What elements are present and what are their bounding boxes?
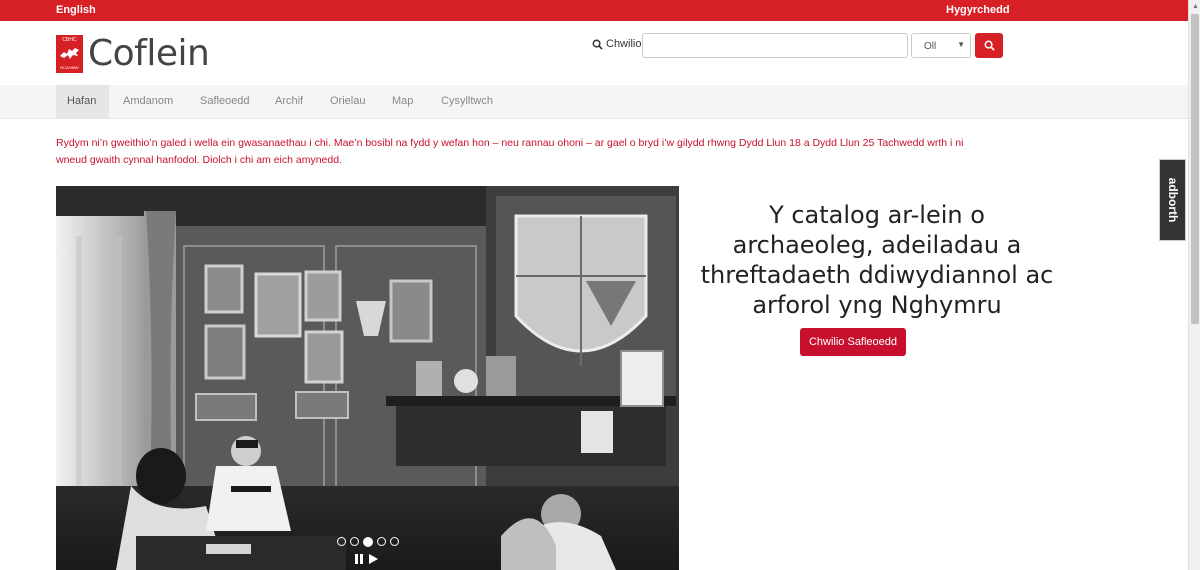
svg-text:‹: ‹ bbox=[104, 379, 110, 395]
play-icon[interactable] bbox=[369, 554, 378, 564]
carousel-dot-5[interactable] bbox=[390, 537, 399, 546]
chevron-down-icon: ▼ bbox=[957, 40, 965, 49]
feedback-tab-label: adborth bbox=[1166, 177, 1180, 223]
site-tagline: Y catalog ar-lein o archaeoleg, adeilada… bbox=[700, 201, 1054, 319]
top-bar: English Hygyrchedd bbox=[0, 0, 1188, 21]
site-logo[interactable]: CBHC RCAHMW Coflein bbox=[56, 33, 210, 74]
page-scrollbar[interactable]: ▲ bbox=[1188, 0, 1200, 570]
historic-interior-photo: ‹ bbox=[56, 186, 679, 570]
search-icon bbox=[592, 39, 603, 50]
search-scope-value: Oll bbox=[924, 41, 937, 52]
carousel-controls bbox=[355, 554, 378, 564]
nav-item-hafan[interactable]: Hafan bbox=[56, 85, 109, 119]
accessibility-link[interactable]: Hygyrchedd bbox=[946, 4, 1010, 16]
search-scope-select[interactable]: Oll ▼ bbox=[911, 33, 971, 58]
search-button[interactable] bbox=[975, 33, 1003, 58]
pause-icon[interactable] bbox=[355, 554, 363, 564]
maintenance-notice: Rydym ni’n gweithio’n galed i wella ein … bbox=[56, 137, 964, 166]
badge-top-text: CBHC bbox=[62, 36, 77, 43]
feedback-tab[interactable]: adborth bbox=[1159, 159, 1186, 241]
main-nav: Hafan Amdanom Safleoedd Archif Orielau M… bbox=[0, 85, 1188, 119]
rcahmw-badge-icon: CBHC RCAHMW bbox=[56, 34, 83, 73]
nav-item-archif[interactable]: Archif bbox=[275, 85, 303, 119]
carousel-dot-3[interactable] bbox=[363, 536, 373, 547]
scroll-up-icon[interactable]: ▲ bbox=[1192, 3, 1199, 10]
dragon-icon bbox=[60, 47, 79, 59]
search-label: Chwilio bbox=[592, 38, 641, 50]
nav-item-safleoedd[interactable]: Safleoedd bbox=[200, 85, 250, 119]
nav-item-amdanom[interactable]: Amdanom bbox=[123, 85, 173, 119]
language-link[interactable]: English bbox=[56, 4, 96, 16]
search-input[interactable] bbox=[642, 33, 908, 58]
site-name: Coflein bbox=[88, 33, 210, 74]
search-sites-button[interactable]: Chwilio Safleoedd bbox=[800, 328, 906, 356]
nav-item-orielau[interactable]: Orielau bbox=[330, 85, 365, 119]
carousel-indicators bbox=[337, 536, 399, 547]
carousel-dot-2[interactable] bbox=[350, 537, 359, 546]
hero-carousel[interactable]: ‹ bbox=[56, 186, 679, 570]
header: CBHC RCAHMW Coflein Chwilio Oll ▼ bbox=[0, 21, 1188, 85]
search-label-text: Chwilio bbox=[606, 38, 642, 50]
scroll-thumb[interactable] bbox=[1191, 14, 1199, 324]
search-icon bbox=[984, 40, 995, 51]
nav-item-map[interactable]: Map bbox=[392, 85, 413, 119]
carousel-dot-4[interactable] bbox=[377, 537, 386, 546]
badge-bottom-text: RCAHMW bbox=[60, 64, 79, 70]
nav-item-cysylltwch[interactable]: Cysylltwch bbox=[441, 85, 493, 119]
carousel-dot-1[interactable] bbox=[337, 537, 346, 546]
